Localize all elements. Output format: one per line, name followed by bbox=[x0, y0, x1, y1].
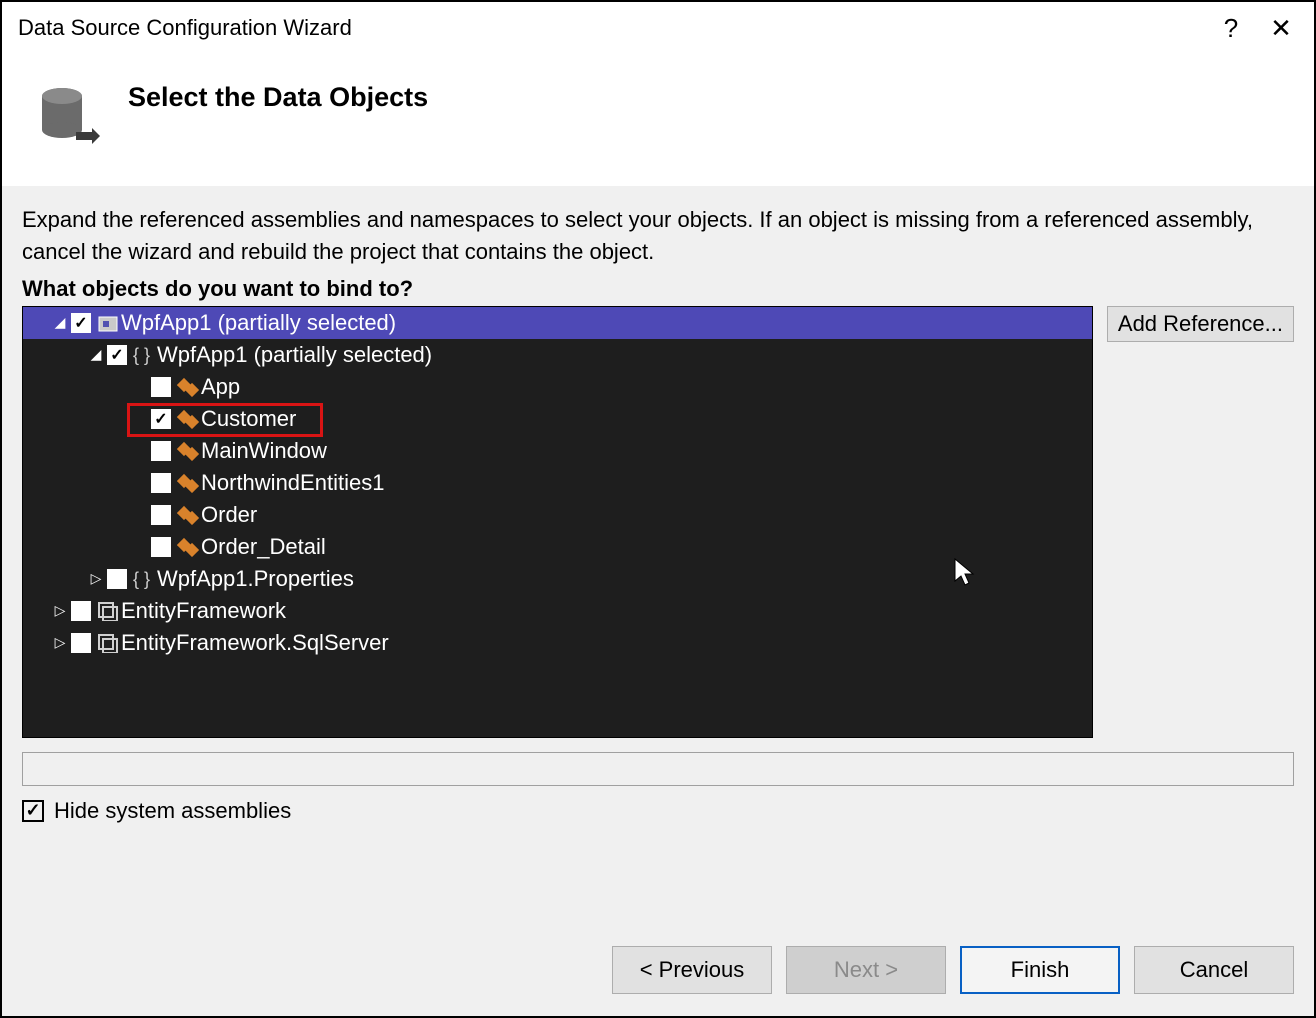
hide-system-assemblies-label: Hide system assemblies bbox=[54, 798, 291, 824]
checkbox[interactable] bbox=[151, 473, 171, 493]
tree-label: WpfApp1 (partially selected) bbox=[121, 310, 396, 336]
tree-row-assembly[interactable]: ▷ EntityFramework bbox=[23, 595, 1092, 627]
expand-icon[interactable]: ◢ bbox=[87, 346, 105, 363]
previous-button[interactable]: < Previous bbox=[612, 946, 772, 994]
tree-row-assembly[interactable]: ▷ EntityFramework.SqlServer bbox=[23, 627, 1092, 659]
wizard-body: Expand the referenced assemblies and nam… bbox=[2, 186, 1314, 916]
tree-row-class[interactable]: ▷ App bbox=[23, 371, 1092, 403]
tree-row-class[interactable]: ▷ NorthwindEntities1 bbox=[23, 467, 1092, 499]
checkbox[interactable]: ✓ bbox=[151, 409, 171, 429]
assembly-icon bbox=[95, 632, 121, 654]
expand-icon[interactable]: ▷ bbox=[87, 570, 105, 587]
checkbox[interactable] bbox=[151, 505, 171, 525]
expand-icon[interactable]: ◢ bbox=[51, 314, 69, 331]
expand-icon[interactable]: ▷ bbox=[51, 634, 69, 651]
class-icon bbox=[175, 408, 201, 430]
checkbox[interactable]: ✓ bbox=[71, 313, 91, 333]
tree-row-class[interactable]: ▷ MainWindow bbox=[23, 435, 1092, 467]
status-bar bbox=[22, 752, 1294, 786]
project-icon bbox=[95, 312, 121, 334]
finish-button[interactable]: Finish bbox=[960, 946, 1120, 994]
object-tree[interactable]: ◢ ✓ WpfApp1 (partially selected) ◢ ✓ { }… bbox=[22, 306, 1093, 738]
namespace-icon: { } bbox=[131, 568, 157, 590]
namespace-icon: { } bbox=[131, 344, 157, 366]
title-bar: Data Source Configuration Wizard ? ✕ bbox=[2, 2, 1314, 50]
assembly-icon bbox=[95, 600, 121, 622]
svg-text:{ }: { } bbox=[133, 569, 150, 589]
prompt-label: What objects do you want to bind to? bbox=[22, 276, 1294, 302]
checkbox[interactable]: ✓ bbox=[107, 345, 127, 365]
tree-row-root[interactable]: ◢ ✓ WpfApp1 (partially selected) bbox=[23, 307, 1092, 339]
hide-system-assemblies-checkbox[interactable]: ✓ Hide system assemblies bbox=[22, 798, 1294, 824]
wizard-footer: < Previous Next > Finish Cancel bbox=[2, 916, 1314, 1016]
tree-row-class-customer[interactable]: ▷ ✓ Customer bbox=[23, 403, 1092, 435]
checkbox[interactable] bbox=[151, 377, 171, 397]
next-button: Next > bbox=[786, 946, 946, 994]
checkbox[interactable] bbox=[151, 441, 171, 461]
database-icon bbox=[34, 80, 104, 150]
tree-label: EntityFramework bbox=[121, 598, 286, 624]
cancel-button[interactable]: Cancel bbox=[1134, 946, 1294, 994]
checkbox[interactable] bbox=[151, 537, 171, 557]
expand-icon[interactable]: ▷ bbox=[51, 602, 69, 619]
help-button[interactable]: ? bbox=[1206, 8, 1256, 48]
checkbox[interactable] bbox=[71, 633, 91, 653]
class-icon bbox=[175, 376, 201, 398]
checkbox[interactable] bbox=[107, 569, 127, 589]
checkbox[interactable] bbox=[71, 601, 91, 621]
tree-label: NorthwindEntities1 bbox=[201, 470, 384, 496]
tree-row-namespace[interactable]: ▷ { } WpfApp1.Properties bbox=[23, 563, 1092, 595]
page-title: Select the Data Objects bbox=[128, 80, 428, 113]
tree-label: Order_Detail bbox=[201, 534, 326, 560]
tree-label: Order bbox=[201, 502, 257, 528]
tree-label: WpfApp1 (partially selected) bbox=[157, 342, 432, 368]
add-reference-button[interactable]: Add Reference... bbox=[1107, 306, 1294, 342]
tree-row-class[interactable]: ▷ Order bbox=[23, 499, 1092, 531]
tree-label: App bbox=[201, 374, 240, 400]
close-button[interactable]: ✕ bbox=[1256, 8, 1306, 48]
class-icon bbox=[175, 536, 201, 558]
class-icon bbox=[175, 472, 201, 494]
wizard-header: Select the Data Objects bbox=[2, 50, 1314, 186]
tree-row-class[interactable]: ▷ Order_Detail bbox=[23, 531, 1092, 563]
tree-label: Customer bbox=[201, 406, 296, 432]
class-icon bbox=[175, 440, 201, 462]
checkbox[interactable]: ✓ bbox=[22, 800, 44, 822]
tree-row-namespace[interactable]: ◢ ✓ { } WpfApp1 (partially selected) bbox=[23, 339, 1092, 371]
tree-label: MainWindow bbox=[201, 438, 327, 464]
svg-text:{ }: { } bbox=[133, 345, 150, 365]
window-title: Data Source Configuration Wizard bbox=[18, 15, 1206, 41]
tree-label: EntityFramework.SqlServer bbox=[121, 630, 389, 656]
instructions-text: Expand the referenced assemblies and nam… bbox=[22, 204, 1294, 268]
class-icon bbox=[175, 504, 201, 526]
tree-label: WpfApp1.Properties bbox=[157, 566, 354, 592]
